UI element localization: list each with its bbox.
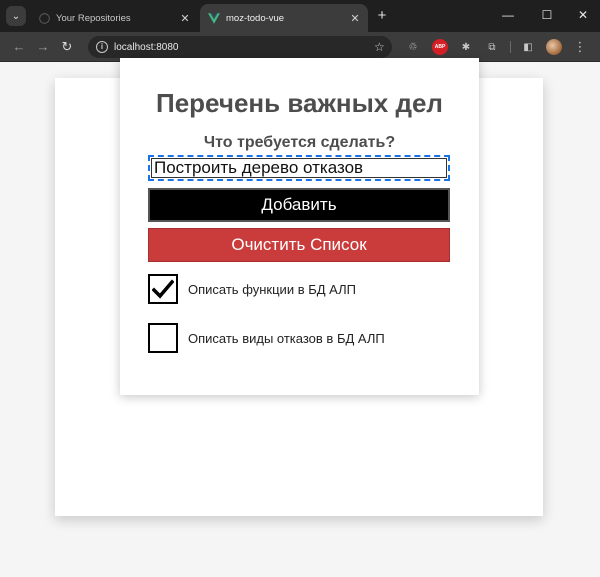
- maximize-button[interactable]: ☐: [532, 4, 562, 26]
- add-button[interactable]: Добавить: [148, 188, 450, 222]
- back-arrow-icon[interactable]: ←: [10, 38, 28, 56]
- page-title: Перечень важных дел: [156, 88, 443, 118]
- reload-icon[interactable]: ↻: [58, 38, 76, 56]
- toolbar-divider: [510, 41, 511, 53]
- todo-item: Описать функции в БД АЛП: [148, 274, 468, 304]
- extension-recycle-icon[interactable]: ♲: [405, 39, 421, 55]
- profile-avatar[interactable]: [546, 39, 562, 55]
- close-icon[interactable]: ✕: [178, 12, 192, 25]
- window-close-button[interactable]: ✕: [568, 4, 598, 26]
- minimize-button[interactable]: —: [493, 4, 523, 26]
- tab-title: Your Repositories: [56, 12, 131, 24]
- extensions-puzzle-icon[interactable]: ⧉: [484, 39, 500, 55]
- address-bar[interactable]: i localhost:8080 ☆: [88, 36, 392, 58]
- tab-title: moz-todo-vue: [226, 12, 285, 24]
- tab-search-button[interactable]: ⌄: [6, 6, 26, 26]
- todo-checkbox-checked[interactable]: [148, 274, 178, 304]
- site-info-icon[interactable]: i: [96, 41, 108, 53]
- browser-menu-icon[interactable]: ⋮: [572, 39, 588, 55]
- bookmark-star-icon[interactable]: ☆: [374, 40, 392, 54]
- new-tab-button[interactable]: +: [372, 6, 392, 26]
- tab-bar: ⌄ Your Repositories ✕ moz-todo-vue ✕ + —…: [0, 0, 600, 32]
- vue-logo-icon: [208, 12, 220, 24]
- clear-list-button[interactable]: Очистить Список: [148, 228, 450, 262]
- adblock-plus-icon[interactable]: ABP: [432, 39, 448, 55]
- todo-card: Перечень важных дел Что требуется сделат…: [120, 58, 479, 395]
- github-icon: [38, 12, 50, 24]
- tab-moz-todo-vue[interactable]: moz-todo-vue ✕: [200, 4, 368, 32]
- url-text[interactable]: localhost:8080: [114, 42, 374, 53]
- todo-checkbox[interactable]: [148, 323, 178, 353]
- todo-item: Описать виды отказов в БД АЛП: [148, 323, 468, 353]
- todo-label: Описать функции в БД АЛП: [188, 281, 356, 297]
- close-icon[interactable]: ✕: [348, 12, 362, 25]
- new-todo-input[interactable]: [148, 155, 450, 181]
- side-panel-icon[interactable]: ◧: [520, 39, 536, 55]
- extension-bug-icon[interactable]: ✱: [458, 39, 474, 55]
- new-todo-label: Что требуется сделать?: [203, 134, 396, 151]
- todo-label: Описать виды отказов в БД АЛП: [188, 330, 385, 346]
- tab-your-repositories[interactable]: Your Repositories ✕: [30, 4, 198, 32]
- checkmark-icon: [152, 279, 174, 299]
- forward-arrow-icon[interactable]: →: [34, 38, 52, 56]
